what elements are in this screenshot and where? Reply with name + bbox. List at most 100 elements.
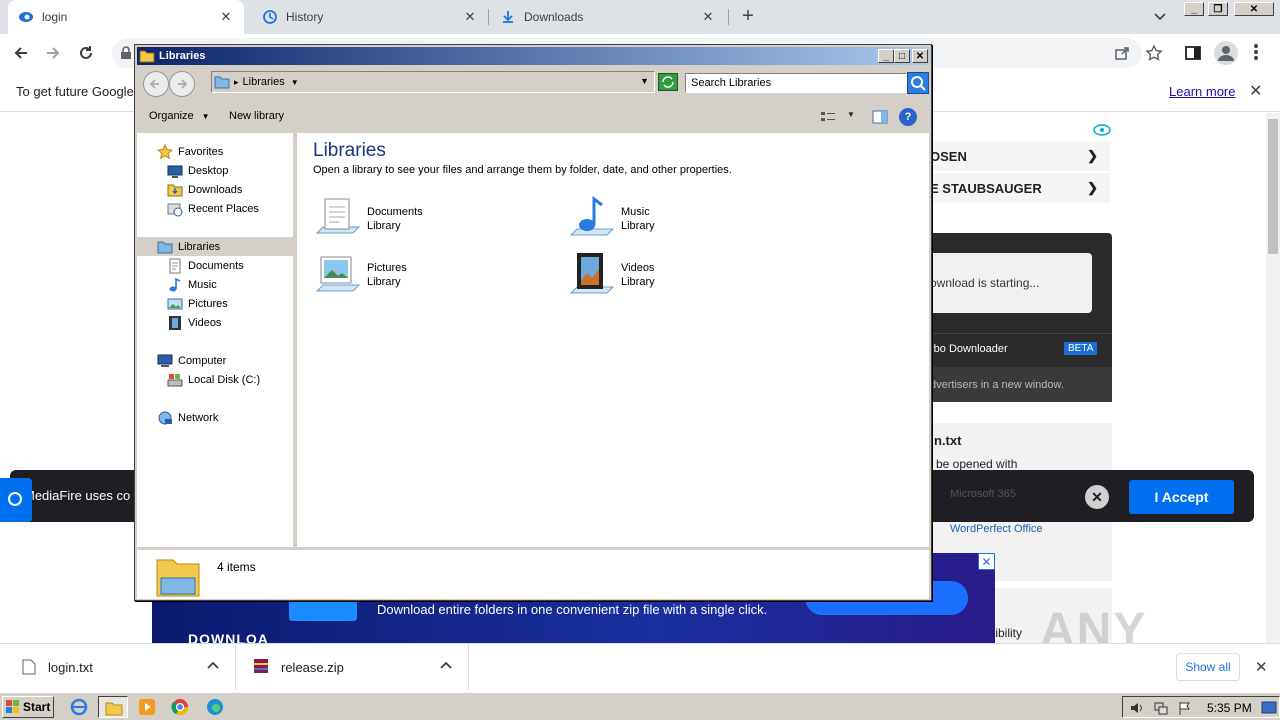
show-desktop-icon[interactable] bbox=[1261, 700, 1277, 716]
search-icon[interactable] bbox=[907, 72, 929, 94]
cookie-text: MediaFire uses co bbox=[24, 488, 131, 503]
nav-pictures[interactable]: Pictures bbox=[137, 294, 293, 313]
tab-downloads[interactable]: Downloads ✕ bbox=[490, 0, 726, 34]
nav-label: Local Disk (C:) bbox=[188, 373, 261, 386]
mediafire-icon bbox=[18, 9, 34, 25]
scrollbar-thumb[interactable] bbox=[1268, 119, 1278, 254]
library-pictures[interactable]: Pictures Library bbox=[313, 250, 553, 300]
restore-button[interactable]: ❐ bbox=[1208, 2, 1228, 16]
explorer-taskbar-button[interactable] bbox=[98, 696, 128, 718]
help-icon[interactable]: ? bbox=[899, 108, 917, 126]
address-text: Libraries bbox=[242, 76, 285, 88]
tab-label: History bbox=[286, 10, 324, 24]
forward-button[interactable] bbox=[169, 71, 195, 97]
bookmark-star-icon[interactable] bbox=[1145, 44, 1163, 62]
cookie-close-button[interactable]: ✕ bbox=[1085, 485, 1109, 509]
ie-icon[interactable] bbox=[70, 698, 88, 716]
refresh-button[interactable] bbox=[658, 73, 678, 91]
chevron-down-icon[interactable]: ▼ bbox=[847, 110, 855, 119]
adchoices-icon[interactable] bbox=[1093, 123, 1111, 137]
downloads-folder-icon bbox=[167, 182, 183, 198]
flag-icon[interactable] bbox=[1177, 700, 1193, 716]
organize-button[interactable]: Organize ▼ bbox=[149, 110, 210, 122]
chevron-up-icon[interactable] bbox=[206, 658, 220, 672]
clock: 5:35 PM bbox=[1207, 701, 1252, 715]
new-tab-button[interactable]: + bbox=[738, 6, 758, 26]
ad-row[interactable]: E STAUBSAUGER ❯ bbox=[930, 173, 1110, 203]
new-library-button[interactable]: New library bbox=[229, 110, 284, 122]
close-button[interactable]: ✕ bbox=[1234, 2, 1274, 16]
library-documents[interactable]: Documents Library bbox=[313, 194, 553, 244]
view-options-icon[interactable] bbox=[819, 109, 837, 125]
accept-button[interactable]: I Accept bbox=[1129, 480, 1234, 514]
nav-downloads[interactable]: Downloads bbox=[137, 180, 293, 199]
media-player-icon[interactable] bbox=[138, 698, 156, 716]
back-button[interactable] bbox=[143, 71, 169, 97]
nav-recent-places[interactable]: Recent Places bbox=[137, 199, 293, 218]
download-item[interactable]: login.txt bbox=[0, 644, 236, 690]
close-icon[interactable]: ✕ bbox=[700, 9, 716, 25]
start-button[interactable]: Start bbox=[2, 696, 54, 718]
address-dropdown-icon[interactable]: ▼ bbox=[640, 76, 649, 86]
chevron-up-icon[interactable] bbox=[439, 658, 453, 672]
learn-more-link[interactable]: Learn more bbox=[1169, 84, 1235, 99]
libraries-icon bbox=[157, 239, 173, 255]
info-bar-text: To get future Google bbox=[16, 84, 134, 99]
download-item[interactable]: release.zip bbox=[237, 644, 469, 690]
address-field[interactable]: ▸ Libraries ▼ ▼ bbox=[211, 71, 655, 93]
ad-row[interactable]: OSEN ❯ bbox=[930, 141, 1110, 171]
app-link[interactable]: WordPerfect Office bbox=[950, 523, 1043, 535]
nav-music[interactable]: Music bbox=[137, 275, 293, 294]
close-button[interactable]: ✕ bbox=[912, 49, 928, 63]
nav-libraries[interactable]: Libraries bbox=[137, 237, 293, 256]
menu-icon[interactable] bbox=[1248, 42, 1264, 62]
minimize-button[interactable]: _ bbox=[1184, 2, 1204, 16]
library-videos[interactable]: Videos Library bbox=[567, 250, 807, 300]
star-icon bbox=[157, 143, 173, 160]
nav-documents[interactable]: Documents bbox=[137, 256, 293, 275]
privacy-settings-button[interactable] bbox=[0, 478, 32, 522]
folder-icon bbox=[139, 49, 155, 63]
maximize-button[interactable]: □ bbox=[894, 49, 910, 63]
library-name: Music bbox=[621, 206, 650, 218]
close-icon[interactable]: ✕ bbox=[978, 553, 995, 570]
edge-icon[interactable] bbox=[206, 698, 224, 716]
nav-videos[interactable]: Videos bbox=[137, 313, 293, 332]
minimize-button[interactable]: _ bbox=[878, 49, 894, 63]
chevron-right-icon[interactable]: ▸ bbox=[234, 77, 239, 88]
nav-desktop[interactable]: Desktop bbox=[137, 161, 293, 180]
nav-favorites[interactable]: Favorites bbox=[137, 142, 293, 161]
back-icon[interactable] bbox=[12, 44, 30, 62]
network-icon[interactable] bbox=[1153, 700, 1169, 716]
chrome-icon[interactable] bbox=[171, 698, 189, 716]
tab-history[interactable]: History ✕ bbox=[252, 0, 488, 34]
nav-network[interactable]: Network bbox=[137, 408, 293, 427]
nav-label: Network bbox=[178, 411, 219, 424]
forward-icon[interactable] bbox=[44, 44, 62, 62]
nav-local-disk[interactable]: Local Disk (C:) bbox=[137, 370, 293, 389]
preview-pane-icon[interactable] bbox=[871, 109, 889, 125]
item-count: 4 items bbox=[217, 560, 256, 574]
profile-avatar[interactable] bbox=[1214, 41, 1238, 65]
show-all-button[interactable]: Show all bbox=[1176, 653, 1240, 681]
library-name: Videos bbox=[621, 262, 655, 274]
tab-login[interactable]: login ✕ bbox=[8, 0, 244, 34]
page-scrollbar[interactable] bbox=[1266, 113, 1280, 643]
tab-search-icon[interactable] bbox=[1152, 8, 1168, 24]
search-input[interactable]: Search Libraries bbox=[685, 73, 907, 93]
nav-computer[interactable]: Computer bbox=[137, 351, 293, 370]
close-icon[interactable]: ✕ bbox=[1249, 81, 1262, 101]
pictures-icon bbox=[167, 296, 183, 312]
side-panel-icon[interactable] bbox=[1184, 44, 1202, 62]
close-icon[interactable]: ✕ bbox=[1255, 658, 1268, 676]
volume-icon[interactable] bbox=[1129, 700, 1145, 716]
share-icon[interactable] bbox=[1113, 44, 1131, 62]
close-icon[interactable]: ✕ bbox=[462, 9, 478, 25]
close-icon[interactable]: ✕ bbox=[218, 9, 234, 25]
chevron-down-icon[interactable]: ▼ bbox=[291, 78, 299, 87]
nav-label: Recent Places bbox=[188, 202, 259, 215]
title-bar[interactable]: Libraries _ □ ✕ bbox=[137, 47, 929, 65]
reload-icon[interactable] bbox=[77, 44, 95, 62]
videos-library-icon bbox=[567, 251, 615, 299]
library-music[interactable]: Music Library bbox=[567, 194, 807, 244]
